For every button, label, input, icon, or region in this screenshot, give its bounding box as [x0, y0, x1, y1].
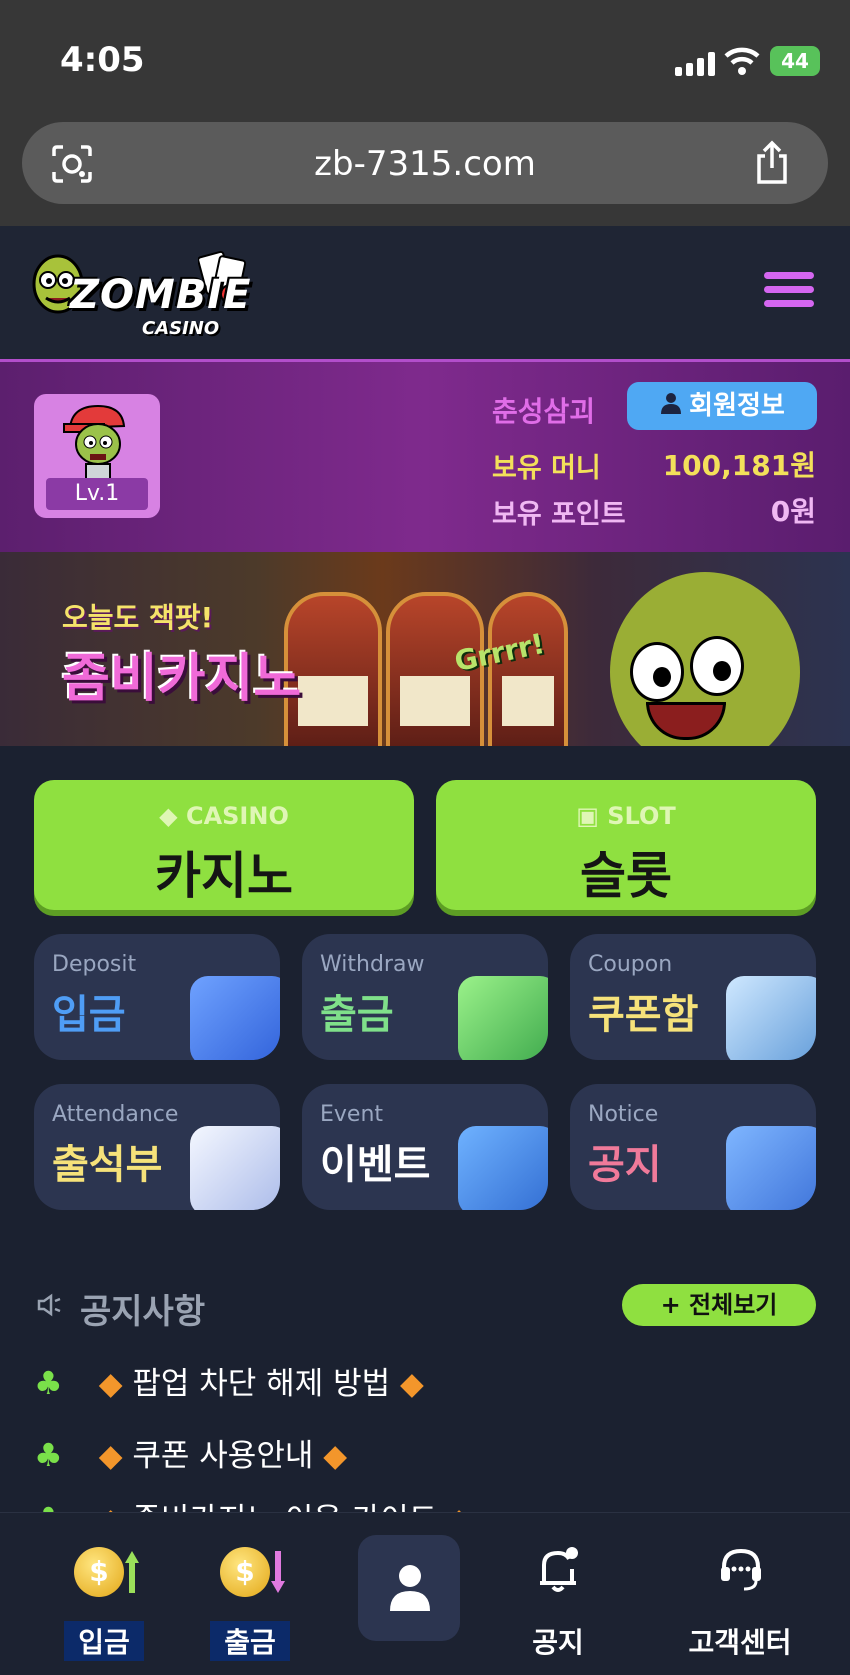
money-value: 100,181원	[662, 449, 816, 482]
event-card[interactable]: Event 이벤트	[302, 1084, 548, 1210]
site-header: ZOMBIE CASINO	[0, 226, 850, 362]
diamond-icon: ◆	[98, 1438, 123, 1474]
card-en-label: Event	[320, 1102, 384, 1127]
card-ko-label: 공지	[588, 1142, 662, 1188]
zombie-avatar-icon	[63, 404, 126, 483]
status-time: 4:05	[60, 40, 145, 80]
card-en-label: Attendance	[52, 1102, 179, 1127]
calendar-icon	[190, 1126, 280, 1210]
view-all-button[interactable]: + 전체보기	[622, 1284, 816, 1326]
card-ko-label: 입금	[52, 992, 126, 1038]
club-icon: ♣	[34, 1436, 63, 1474]
arrow-down-icon	[271, 1551, 285, 1593]
tab-withdraw[interactable]: $ 출금	[190, 1537, 310, 1661]
tab-deposit[interactable]: $ 입금	[44, 1537, 164, 1661]
card-ko-label: 쿠폰함	[588, 992, 699, 1038]
logo-word: ZOMBIE	[70, 272, 252, 318]
card-ko-label: 출금	[320, 992, 394, 1038]
tab-support-label: 고객센터	[688, 1626, 792, 1659]
gift-icon	[458, 1126, 548, 1210]
member-info-button[interactable]: 회원정보	[627, 382, 817, 430]
diamond-icon: ◆	[399, 1366, 424, 1402]
zombie-casino-logo[interactable]: ZOMBIE CASINO	[30, 246, 260, 346]
diamond-icon: ◆	[323, 1438, 348, 1474]
slot-label: 슬롯	[580, 847, 672, 905]
promo-banner[interactable]: 오늘도 잭팟! 좀비카지노 Grrrr!	[0, 552, 850, 746]
coin-icon: $	[220, 1547, 270, 1597]
notice-card[interactable]: Notice 공지	[570, 1084, 816, 1210]
card-ko-label: 출석부	[52, 1142, 163, 1188]
menu-icon[interactable]	[764, 272, 814, 310]
wifi-icon	[724, 47, 760, 75]
status-bar: 4:05 44	[0, 0, 850, 110]
url-text: zb-7315.com	[314, 144, 536, 184]
zombie-mascot	[610, 572, 800, 746]
user-panel: Lv.1 춘성삼괴 회원정보 보유 머니 100,181원 보유 포인트 0원	[0, 362, 850, 552]
speaker-icon	[37, 1293, 61, 1317]
username: 춘성삼괴	[492, 395, 596, 428]
card-en-label: Withdraw	[320, 952, 425, 977]
coupon-icon	[726, 976, 816, 1060]
url-field[interactable]: zb-7315.com	[22, 122, 828, 204]
level-badge: Lv.1	[46, 478, 148, 510]
tab-deposit-label: 입금	[64, 1621, 144, 1661]
notice-heading: 공지사항	[80, 1292, 206, 1332]
browser-bar: zb-7315.com	[0, 110, 850, 226]
banner-subtitle: 오늘도 잭팟!	[62, 601, 214, 634]
casino-label: 카지노	[155, 847, 293, 905]
diamond-icon: ◆	[98, 1366, 123, 1402]
point-value: 0원	[770, 495, 816, 528]
card-ko-label: 이벤트	[320, 1142, 431, 1188]
seven-icon: ▣	[576, 802, 608, 830]
headset-icon	[721, 1548, 761, 1591]
megaphone-icon	[726, 1126, 816, 1210]
diamond-icon: ◆	[159, 802, 186, 830]
banner-title: 좀비카지노	[62, 649, 302, 709]
user-icon	[390, 1565, 430, 1611]
card-en-label: Notice	[588, 1102, 659, 1127]
card-en-label: Deposit	[52, 952, 137, 977]
club-icon: ♣	[34, 1364, 63, 1402]
notice-item[interactable]: ♣ ◆ 쿠폰 사용안내 ◆	[34, 1430, 347, 1475]
bottom-tab-bar: $ 입금 $ 출금 공지 고객센터	[0, 1512, 850, 1675]
casino-button[interactable]: ◆ CASINO 카지노	[34, 780, 414, 910]
avatar[interactable]: Lv.1	[34, 394, 160, 518]
money-label: 보유 머니	[492, 453, 601, 484]
cash-icon	[458, 976, 548, 1060]
wallet-icon	[190, 976, 280, 1060]
tab-my-account[interactable]	[358, 1535, 460, 1641]
share-icon[interactable]	[752, 140, 792, 186]
deposit-card[interactable]: Deposit 입금	[34, 934, 280, 1060]
coupon-card[interactable]: Coupon 쿠폰함	[570, 934, 816, 1060]
arrow-up-icon	[125, 1551, 139, 1593]
member-info-label: 회원정보	[689, 391, 785, 421]
card-en-label: Coupon	[588, 952, 673, 977]
attendance-card[interactable]: Attendance 출석부	[34, 1084, 280, 1210]
casino-small-label: ◆ CASINO	[159, 802, 289, 830]
tab-notice[interactable]: 공지	[498, 1537, 618, 1659]
point-label: 보유 포인트	[492, 499, 626, 530]
battery-indicator: 44	[770, 46, 820, 76]
person-icon	[659, 383, 683, 431]
tab-withdraw-label: 출금	[210, 1621, 290, 1661]
withdraw-card[interactable]: Withdraw 출금	[302, 934, 548, 1060]
slot-small-label: ▣ SLOT	[576, 802, 676, 830]
tab-notice-label: 공지	[532, 1626, 584, 1659]
tab-support[interactable]: 고객센터	[660, 1537, 820, 1659]
slot-button[interactable]: ▣ SLOT 슬롯	[436, 780, 816, 910]
signal-icon	[675, 52, 715, 76]
logo-sub: CASINO	[142, 318, 220, 339]
coin-icon: $	[74, 1547, 124, 1597]
bell-icon	[540, 1547, 578, 1592]
notice-item[interactable]: ♣ ◆ 팝업 차단 해제 방법 ◆	[34, 1358, 424, 1403]
